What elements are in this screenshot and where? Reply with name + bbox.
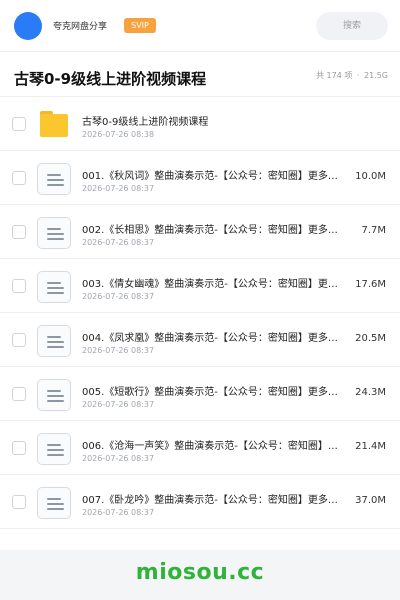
file-size: 7.7M <box>361 225 386 236</box>
file-name[interactable]: 006.《沧海一声笑》整曲演奏示范-【公众号：密知圈】更多资源 <box>82 437 340 452</box>
watermark: miosou.cc <box>135 560 265 585</box>
file-date: 2026-07-26 08:37 <box>82 346 155 355</box>
avatar[interactable] <box>14 12 42 40</box>
select-checkbox[interactable] <box>12 225 26 239</box>
file-row[interactable]: 006.《沧海一声笑》整曲演奏示范-【公众号：密知圈】更多资源 2026-07-2… <box>0 421 400 475</box>
file-size: 10.0M <box>355 171 386 182</box>
select-checkbox[interactable] <box>12 333 26 347</box>
select-checkbox[interactable] <box>12 387 26 401</box>
site-name: 夸克网盘分享 <box>53 22 108 32</box>
file-size: 24.3M <box>355 387 386 398</box>
file-date: 2026-07-26 08:37 <box>82 184 155 193</box>
file-size: 21.4M <box>355 441 386 452</box>
file-name[interactable]: 001.《秋风词》整曲演奏示范-【公众号：密知圈】更多资源 <box>82 167 340 182</box>
file-name[interactable]: 古琴0-9级线上进阶视频课程 <box>82 113 340 128</box>
file-size: 37.0M <box>355 495 386 506</box>
summary-separator: · <box>356 71 360 80</box>
file-row[interactable]: 007.《卧龙吟》整曲演奏示范-【公众号：密知圈】更多资源 2026-07-26 … <box>0 475 400 529</box>
file-row[interactable]: 004.《凤求凰》整曲演奏示范-【公众号：密知圈】更多资源 2026-07-26 … <box>0 313 400 367</box>
file-name[interactable]: 004.《凤求凰》整曲演奏示范-【公众号：密知圈】更多资源 <box>82 329 340 344</box>
page-title: 古琴0-9级线上进阶视频课程 <box>14 70 207 88</box>
document-icon <box>37 163 71 195</box>
select-checkbox[interactable] <box>12 495 26 509</box>
document-icon <box>37 487 71 519</box>
folder-icon <box>40 111 68 137</box>
total-size: 21.5G <box>363 71 388 80</box>
item-count: 共 174 项 <box>315 71 353 80</box>
folder-summary: 共 174 项 · 21.5G <box>314 70 388 81</box>
file-size: 17.6M <box>355 279 386 290</box>
file-date: 2026-07-26 08:37 <box>82 454 155 463</box>
document-icon <box>37 325 71 357</box>
file-date: 2026-07-26 08:38 <box>82 130 155 139</box>
select-checkbox[interactable] <box>12 441 26 455</box>
folder-row[interactable]: 古琴0-9级线上进阶视频课程 2026-07-26 08:38 <box>0 97 400 151</box>
top-bar: 夸克网盘分享 SVIP 搜索 <box>0 0 400 52</box>
file-date: 2026-07-26 08:37 <box>82 292 155 301</box>
select-checkbox[interactable] <box>12 279 26 293</box>
select-checkbox[interactable] <box>12 171 26 185</box>
file-name[interactable]: 002.《长相思》整曲演奏示范-【公众号：密知圈】更多资源 <box>82 221 340 236</box>
document-icon <box>37 379 71 411</box>
file-name[interactable]: 007.《卧龙吟》整曲演奏示范-【公众号：密知圈】更多资源 <box>82 491 340 506</box>
document-icon <box>37 271 71 303</box>
file-date: 2026-07-26 08:37 <box>82 400 155 409</box>
file-name[interactable]: 005.《短歌行》整曲演奏示范-【公众号：密知圈】更多资源 <box>82 383 340 398</box>
select-checkbox[interactable] <box>12 117 26 131</box>
file-size: 20.5M <box>355 333 386 344</box>
file-row[interactable]: 005.《短歌行》整曲演奏示范-【公众号：密知圈】更多资源 2026-07-26 … <box>0 367 400 421</box>
file-row[interactable]: 002.《长相思》整曲演奏示范-【公众号：密知圈】更多资源 2026-07-26 … <box>0 205 400 259</box>
document-icon <box>37 433 71 465</box>
file-list-panel: 古琴0-9级线上进阶视频课程 共 174 项 · 21.5G 古琴0-9级线上进… <box>0 52 400 550</box>
file-row[interactable]: 001.《秋风词》整曲演奏示范-【公众号：密知圈】更多资源 2026-07-26 … <box>0 151 400 205</box>
file-name[interactable]: 003.《倩女幽魂》整曲演奏示范-【公众号：密知圈】更多资源 <box>82 275 340 290</box>
svip-badge[interactable]: SVIP <box>124 18 156 33</box>
search-input[interactable]: 搜索 <box>316 12 388 40</box>
file-row[interactable]: 003.《倩女幽魂》整曲演奏示范-【公众号：密知圈】更多资源 2026-07-26… <box>0 259 400 313</box>
document-icon <box>37 217 71 249</box>
file-date: 2026-07-26 08:37 <box>82 508 155 517</box>
file-date: 2026-07-26 08:37 <box>82 238 155 247</box>
